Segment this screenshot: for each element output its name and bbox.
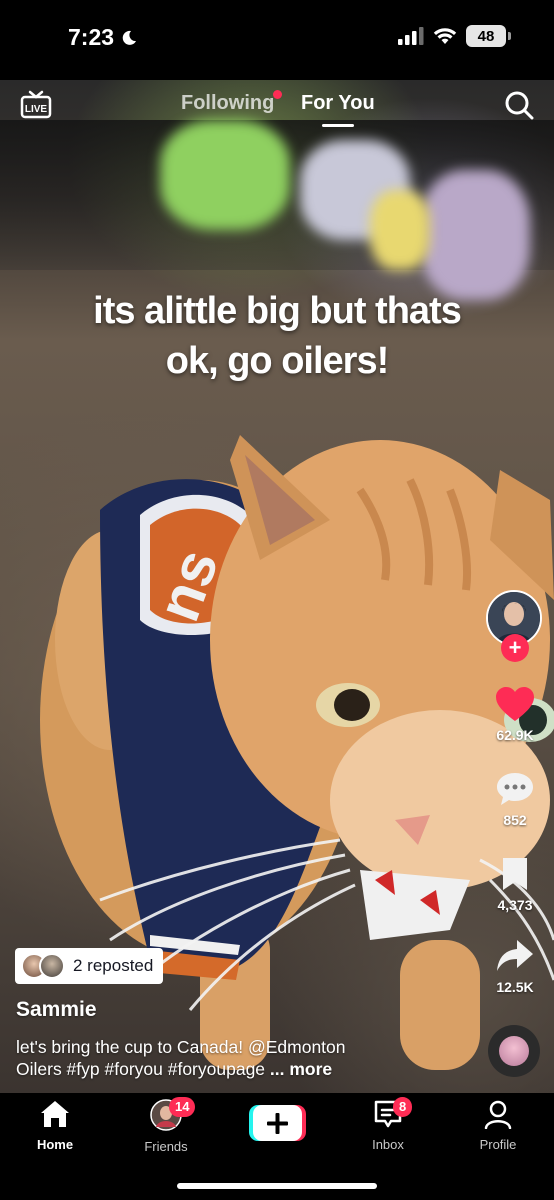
tab-home-label: Home <box>36 1137 74 1152</box>
status-bar: 7:23 48 <box>0 0 554 80</box>
repost-avatars <box>21 953 65 979</box>
status-time: 7:23 <box>68 24 138 51</box>
share-arrow-icon <box>497 940 533 971</box>
share-count: 12.5K <box>496 979 534 995</box>
inbox-badge: 8 <box>393 1097 413 1117</box>
comment-icon <box>497 773 533 805</box>
tab-for-you[interactable]: For You <box>301 92 375 115</box>
like-count: 62.9K <box>496 727 534 743</box>
battery-level: 48 <box>477 27 495 45</box>
heart-icon <box>496 687 534 721</box>
tab-inbox-label: Inbox <box>372 1137 404 1152</box>
video-description[interactable]: let's bring the cup to Canada! @Edmonton… <box>16 1036 456 1080</box>
following-notification-dot <box>273 90 282 99</box>
tab-inbox[interactable]: Inbox 8 <box>343 1097 433 1152</box>
comment-count: 852 <box>503 812 527 828</box>
tab-profile[interactable]: Profile <box>453 1099 543 1152</box>
tab-home[interactable]: Home <box>10 1099 100 1152</box>
search-icon <box>505 91 534 120</box>
music-disc-button[interactable] <box>488 1025 540 1077</box>
live-tv-icon: LIVE <box>20 90 52 119</box>
active-tab-indicator <box>322 124 354 127</box>
tab-following[interactable]: Following <box>181 92 274 115</box>
cellular-signal-icon <box>398 27 424 45</box>
more-button[interactable]: ... more <box>270 1059 332 1079</box>
tab-friends-label: Friends <box>144 1139 188 1154</box>
reposted-label: 2 reposted <box>73 956 154 975</box>
home-icon <box>41 1101 69 1127</box>
live-button[interactable]: LIVE <box>20 88 52 120</box>
video-caption-line-2: ok, go oilers! <box>165 340 389 382</box>
battery-indicator: 48 <box>466 25 511 47</box>
profile-icon <box>484 1100 512 1130</box>
home-indicator <box>177 1183 377 1189</box>
video-caption: its alittle big but thats ok, go oilers! <box>0 286 554 386</box>
friends-badge: 14 <box>169 1097 196 1117</box>
create-plus-icon <box>249 1105 306 1141</box>
bookmark-icon <box>503 858 527 890</box>
save-count: 4,373 <box>497 897 533 913</box>
tab-friends[interactable]: Friends 14 <box>121 1097 211 1154</box>
top-navigation: LIVE Following For You <box>0 80 554 130</box>
description-line-2: Oilers #fyp #foryou #foryoupage <box>16 1059 266 1079</box>
cat-in-jersey-illustration: ns <box>40 435 554 1070</box>
status-time-text: 7:23 <box>68 24 115 50</box>
repost-avatar <box>39 953 65 979</box>
status-indicators: 48 <box>398 25 511 47</box>
comment-button[interactable]: 852 <box>480 771 550 828</box>
video-caption-line-1: its alittle big but thats <box>93 290 462 332</box>
search-button[interactable] <box>504 90 534 120</box>
save-button[interactable]: 4,373 <box>480 856 550 913</box>
creator-avatar-button[interactable]: + <box>486 590 544 662</box>
video-player[interactable]: ns its alittle big but thats ok, go oile… <box>0 80 554 1093</box>
share-button[interactable]: 12.5K <box>480 938 550 995</box>
follow-plus-button[interactable]: + <box>501 634 529 662</box>
reposted-chip[interactable]: 2 reposted <box>15 948 164 984</box>
creator-username[interactable]: Sammie <box>16 998 97 1022</box>
description-line-1: let's bring the cup to Canada! @Edmonton <box>16 1037 346 1057</box>
moon-icon <box>122 30 137 45</box>
wifi-icon <box>433 28 457 44</box>
create-button[interactable] <box>249 1105 306 1141</box>
tab-profile-label: Profile <box>479 1137 517 1152</box>
live-label: LIVE <box>25 104 48 115</box>
description-line-2-wrap: Oilers #fyp #foryou #foryoupage ... more <box>16 1058 456 1080</box>
music-disc-avatar <box>499 1036 529 1066</box>
like-button[interactable]: 62.9K <box>480 686 550 743</box>
